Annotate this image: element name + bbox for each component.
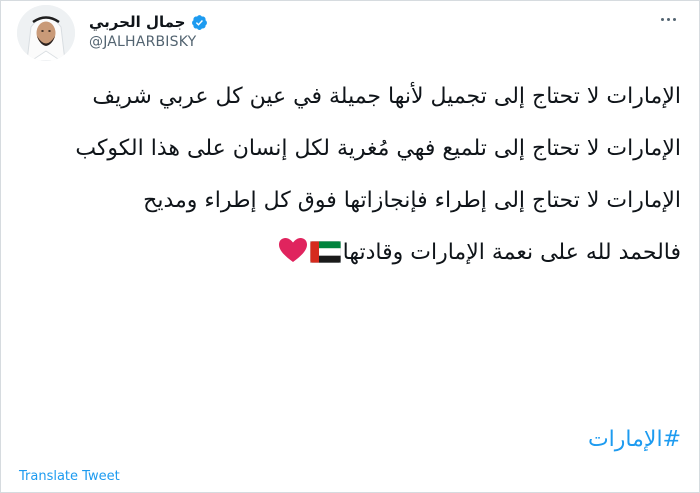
uae-flag-emoji <box>309 241 341 263</box>
verified-badge-icon <box>192 14 208 30</box>
red-heart-emoji <box>278 238 307 262</box>
hashtag-link[interactable]: #الإمارات <box>19 427 681 452</box>
author-avatar[interactable] <box>17 5 75 61</box>
author-name[interactable]: جمال الحربي <box>89 13 185 31</box>
more-options-icon[interactable] <box>657 12 679 26</box>
tweet-card: جمال الحربي @JALHARBISKY الإمارات لا تحت… <box>0 0 700 493</box>
tweet-paragraph-4: فالحمد لله على نعمة الإمارات وقادتها <box>19 237 681 269</box>
tweet-paragraph-1: الإمارات لا تحتاج إلى تجميل لأنها جميلة … <box>92 84 681 109</box>
tweet-paragraph-4-text: فالحمد لله على نعمة الإمارات وقادتها <box>342 240 681 265</box>
translate-tweet-link[interactable]: Translate Tweet <box>19 469 120 484</box>
author-name-row[interactable]: جمال الحربي <box>89 11 208 33</box>
tweet-paragraph-2: الإمارات لا تحتاج إلى تلميع فهي مُغرية ل… <box>75 136 681 161</box>
tweet-text: الإمارات لا تحتاج إلى تجميل لأنها جميلة … <box>19 81 681 283</box>
author-handle[interactable]: @JALHARBISKY <box>89 34 196 50</box>
tweet-paragraph-3: الإمارات لا تحتاج إلى إطراء فإنجازاتها ف… <box>143 188 681 213</box>
